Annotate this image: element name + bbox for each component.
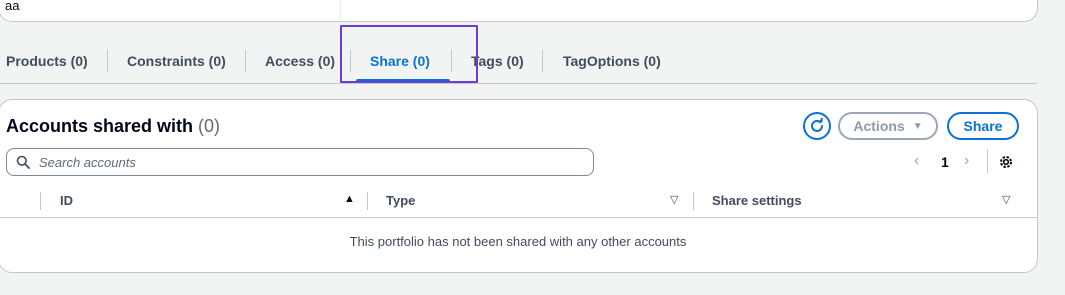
sort-ascending-icon[interactable]: ▲	[344, 193, 355, 205]
search-icon	[16, 155, 30, 169]
sort-icon[interactable]: ▽	[670, 193, 678, 206]
column-separator	[693, 192, 694, 210]
details-panel-bottom: aa	[0, 0, 1038, 22]
tab-separator	[542, 50, 543, 72]
active-tab-indicator	[356, 79, 450, 83]
refresh-button[interactable]	[803, 112, 831, 140]
actions-label: Actions	[853, 118, 905, 134]
tab-access[interactable]: Access (0)	[265, 52, 335, 70]
panel-title-count: (0)	[198, 116, 221, 136]
tab-separator	[245, 50, 246, 72]
table-header: ID ▲ Type ▽ Share settings ▽	[0, 184, 1037, 218]
pager-divider	[987, 149, 988, 173]
column-header-share-settings[interactable]: Share settings	[712, 193, 802, 208]
share-button[interactable]: Share	[947, 112, 1019, 140]
tab-separator	[451, 50, 452, 72]
column-separator	[367, 192, 368, 210]
tab-constraints[interactable]: Constraints (0)	[127, 52, 226, 70]
sort-icon[interactable]: ▽	[1002, 193, 1010, 206]
panel-title-text: Accounts shared with	[6, 116, 194, 136]
column-separator	[40, 192, 41, 210]
column-divider	[340, 0, 341, 21]
tab-products[interactable]: Products (0)	[6, 52, 88, 70]
scrollbar[interactable]	[1058, 0, 1065, 295]
page-number[interactable]: 1	[941, 154, 949, 170]
search-input[interactable]	[39, 151, 579, 173]
gear-icon[interactable]	[998, 154, 1014, 170]
column-header-type[interactable]: Type	[386, 193, 415, 208]
chevron-right-icon[interactable]: ›	[964, 152, 969, 170]
tab-bar: Products (0) Constraints (0) Access (0) …	[0, 22, 1037, 84]
empty-state-message: This portfolio has not been shared with …	[349, 234, 687, 249]
tab-tags[interactable]: Tags (0)	[471, 52, 524, 70]
tab-separator	[107, 50, 108, 72]
tab-tagoptions[interactable]: TagOptions (0)	[563, 52, 661, 70]
search-field[interactable]	[6, 148, 594, 176]
panel-title: Accounts shared with (0)	[6, 116, 220, 137]
accounts-shared-panel: Accounts shared with (0) Actions ▼ Share…	[0, 99, 1038, 273]
tab-separator	[350, 50, 351, 72]
caret-down-icon: ▼	[912, 120, 923, 132]
detail-value: aa	[5, 0, 20, 13]
tab-share[interactable]: Share (0)	[370, 52, 430, 70]
actions-dropdown-button[interactable]: Actions ▼	[838, 112, 938, 140]
column-header-id[interactable]: ID	[60, 193, 73, 208]
refresh-icon	[811, 118, 823, 132]
chevron-left-icon[interactable]: ‹	[914, 152, 919, 170]
